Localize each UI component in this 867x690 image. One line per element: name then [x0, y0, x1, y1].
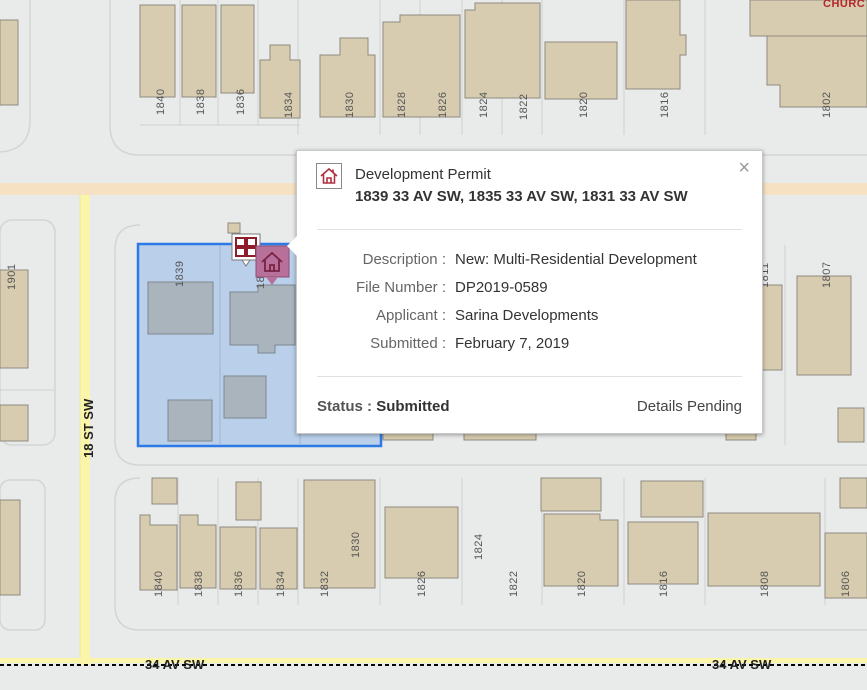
lot-label: 1807 [821, 262, 833, 288]
popup-pointer [287, 236, 297, 256]
street-label-18-st: 18 ST SW [81, 398, 96, 458]
lot-label: 1828 [396, 92, 408, 118]
field-applicant: Applicant : Sarina Developments [297, 307, 762, 327]
field-value: DP2019-0589 [455, 279, 548, 296]
church-label: CHURC [823, 0, 865, 10]
status-label: Status : [317, 398, 373, 415]
lot-label: 1820 [578, 92, 590, 118]
status-line: Status : Submitted [317, 398, 450, 415]
lot-label: 1824 [473, 534, 485, 560]
field-submitted: Submitted : February 7, 2019 [297, 335, 762, 355]
field-value: New: Multi-Residential Development [455, 251, 697, 268]
lot-label: 1839 [174, 261, 186, 287]
permit-popup: Development Permit 1839 33 AV SW, 1835 3… [287, 150, 763, 434]
status-value: Submitted [376, 398, 450, 415]
lot-label: 1826 [437, 92, 449, 118]
lot-label: 1830 [350, 532, 362, 558]
lot-label: 1802 [821, 92, 833, 118]
field-value: February 7, 2019 [455, 335, 570, 352]
lot-label: 1840 [155, 89, 167, 115]
field-label: Submitted : [370, 335, 446, 352]
lot-label: 1830 [344, 92, 356, 118]
popup-title: Development Permit [355, 166, 491, 183]
lot-label: 1816 [658, 571, 670, 597]
lot-label: 1834 [275, 571, 287, 597]
street-label-34-av: 34 AV SW [145, 657, 205, 672]
divider [317, 376, 742, 377]
lot-label: 1834 [283, 92, 295, 118]
lot-label: 1901 [6, 264, 18, 290]
lot-label: 1822 [508, 571, 520, 597]
lot-label: 1838 [193, 571, 205, 597]
lot-label: 1816 [659, 92, 671, 118]
field-label: File Number : [355, 279, 446, 296]
field-file-number: File Number : DP2019-0589 [297, 279, 762, 299]
field-label: Description : [362, 251, 446, 268]
lot-label: 1832 [319, 571, 331, 597]
lot-label: 18 [255, 276, 267, 289]
house-icon [316, 163, 342, 189]
lot-label: 1836 [235, 89, 247, 115]
lot-label: 1822 [518, 94, 530, 120]
field-value: Sarina Developments [455, 307, 599, 324]
street-label-34-av: 34 AV SW [712, 657, 772, 672]
lot-label: 1838 [195, 89, 207, 115]
field-label: Applicant : [375, 307, 446, 324]
details-link[interactable]: Details Pending [637, 398, 742, 415]
lot-label: 1806 [840, 571, 852, 597]
lot-label: 1826 [416, 571, 428, 597]
lot-label: 1808 [759, 571, 771, 597]
lot-label: 1824 [478, 92, 490, 118]
lot-label: 1820 [576, 571, 588, 597]
popup-address: 1839 33 AV SW, 1835 33 AV SW, 1831 33 AV… [355, 188, 688, 205]
divider [317, 229, 742, 230]
close-icon[interactable]: × [738, 158, 750, 178]
field-description: Description : New: Multi-Residential Dev… [297, 251, 762, 271]
lot-label: 1840 [153, 571, 165, 597]
lot-label: 1836 [233, 571, 245, 597]
